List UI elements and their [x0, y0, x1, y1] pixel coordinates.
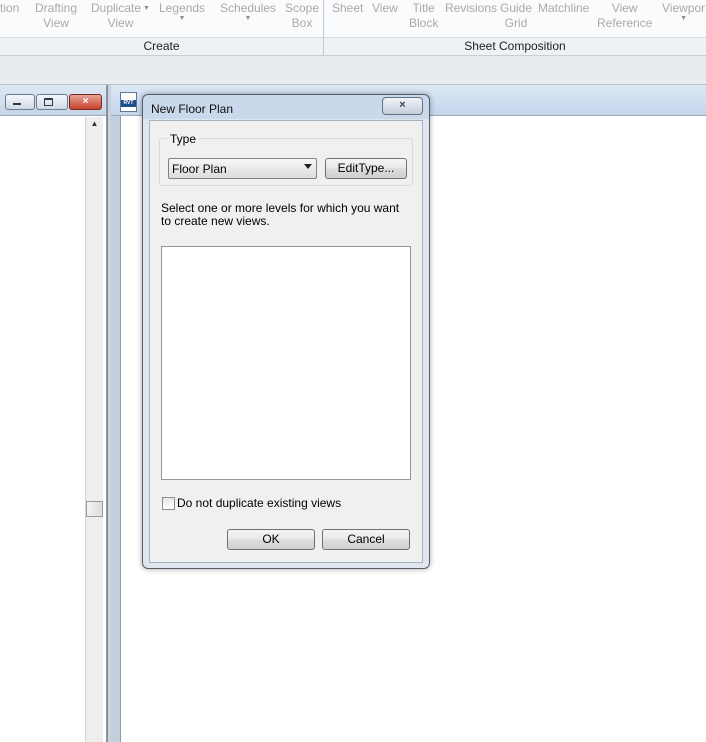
ribbon-button-label: Revisions: [445, 1, 498, 15]
ribbon-button-matchline[interactable]: Matchline: [538, 1, 589, 16]
close-icon: ×: [399, 99, 406, 111]
ribbon-button-view-reference[interactable]: View Reference: [597, 1, 652, 31]
panel-label-create: Create: [143, 39, 180, 53]
ribbon-button-label-line2: Reference: [597, 16, 653, 30]
project-browser-titlebar: ×: [0, 85, 106, 116]
dropdown-arrow-icon: ▼: [244, 15, 252, 22]
ribbon-button-label-line2: Block: [409, 16, 439, 30]
ribbon-button-schedules[interactable]: Schedules ▼: [220, 1, 276, 22]
scroll-up-arrow-icon[interactable]: ▲: [86, 119, 103, 128]
new-floor-plan-dialog: New Floor Plan × Type Floor Plan EditTyp…: [142, 94, 430, 569]
ribbon-button-label: Scope: [285, 1, 320, 15]
ribbon-button-viewports[interactable]: Viewpor ▼: [662, 1, 705, 22]
do-not-duplicate-label[interactable]: Do not duplicate existing views: [177, 496, 341, 510]
dialog-title: New Floor Plan: [151, 102, 234, 116]
ribbon-button-revisions[interactable]: Revisions: [445, 1, 497, 16]
levels-listbox[interactable]: [161, 246, 411, 480]
edit-type-button[interactable]: EditType...: [325, 158, 407, 179]
maximize-button[interactable]: [36, 94, 68, 110]
ribbon-button-label: View: [611, 1, 638, 15]
ribbon-button-label: Duplicate: [91, 1, 142, 15]
type-select[interactable]: Floor Plan: [168, 158, 317, 179]
ribbon-button-label: Title: [412, 1, 435, 15]
do-not-duplicate-checkbox[interactable]: [162, 497, 175, 510]
ribbon-button-section-view[interactable]: tion: [0, 1, 19, 16]
levels-instruction: Select one or more levels for which you …: [161, 201, 400, 228]
minimize-icon: [13, 103, 21, 105]
dialog-body: Type Floor Plan EditType... Select one o…: [149, 120, 423, 563]
ribbon-button-scope-box[interactable]: Scope Box: [285, 1, 319, 31]
ribbon-button-label: Schedules: [220, 1, 277, 15]
scrollbar-thumb[interactable]: [86, 501, 103, 517]
maximize-icon: [44, 98, 53, 106]
ok-button[interactable]: OK: [227, 529, 315, 550]
project-browser-panel: × ▲: [0, 85, 107, 742]
vertical-scrollbar[interactable]: ▲: [85, 117, 103, 742]
cancel-button[interactable]: Cancel: [322, 529, 410, 550]
ribbon-button-view[interactable]: View: [372, 1, 398, 16]
ribbon-button-duplicate-view[interactable]: Duplicate ▼ View: [91, 1, 150, 31]
ribbon-button-sheet[interactable]: Sheet: [332, 1, 363, 16]
minimize-button[interactable]: [5, 94, 35, 110]
revit-file-icon: RVT: [120, 92, 137, 112]
ribbon-button-label-line2: View: [107, 16, 134, 30]
chevron-down-icon: [304, 164, 312, 169]
ribbon-button-title-block[interactable]: Title Block: [409, 1, 438, 31]
ribbon-button-label: Viewpor: [662, 1, 706, 15]
ribbon-button-label-line2: View: [43, 16, 69, 30]
ribbon-button-label-line2: Box: [291, 16, 313, 30]
ribbon-button-label: View: [372, 1, 398, 15]
ribbon-button-label: tion: [0, 1, 20, 15]
close-icon: ×: [82, 96, 89, 107]
toolbar-strip: [0, 56, 706, 85]
ribbon-button-label: Guide: [500, 1, 533, 15]
ribbon-button-legends[interactable]: Legends ▼: [159, 1, 205, 22]
ribbon-panel-labels: Create Sheet Composition: [0, 37, 706, 56]
type-select-value: Floor Plan: [172, 162, 227, 176]
ribbon-button-label: Sheet: [332, 1, 364, 15]
type-group-label: Type: [167, 132, 200, 146]
dropdown-arrow-icon: ▼: [680, 15, 688, 22]
ribbon-button-label: Legends: [159, 1, 206, 15]
ribbon-button-guide-grid[interactable]: Guide Grid: [500, 1, 532, 31]
ribbon-button-label: Matchline: [538, 1, 590, 15]
dropdown-arrow-icon: ▼: [178, 15, 186, 22]
document-frame-edge: [111, 116, 121, 742]
close-button[interactable]: ×: [69, 94, 102, 110]
dialog-close-button[interactable]: ×: [382, 97, 423, 115]
ribbon-button-drafting-view[interactable]: Drafting View: [35, 1, 77, 31]
panel-label-sheet-composition: Sheet Composition: [464, 39, 566, 53]
file-icon-label: RVT: [121, 100, 136, 107]
ribbon: tion Drafting View Duplicate ▼ View Legen…: [0, 0, 706, 37]
panel-separator: [323, 0, 324, 55]
ribbon-button-label: Drafting: [35, 1, 78, 15]
ribbon-button-label-line2: Grid: [504, 16, 528, 30]
dropdown-arrow-icon: ▼: [143, 5, 150, 12]
